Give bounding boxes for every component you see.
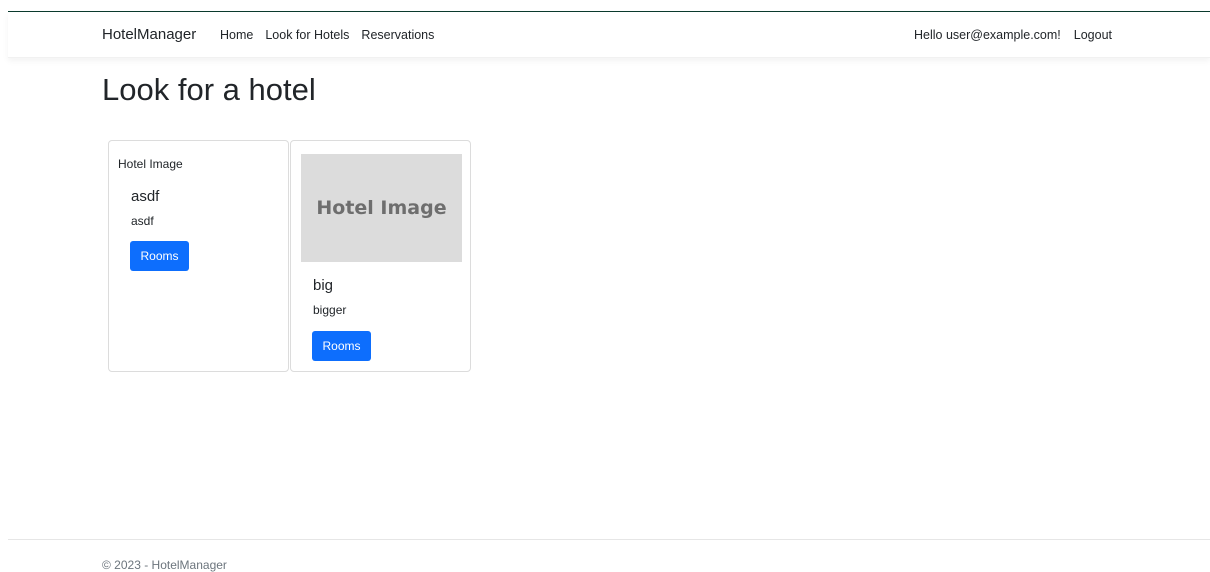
nav-links: Home Look for Hotels Reservations — [220, 28, 434, 42]
rooms-button[interactable]: Rooms — [312, 331, 371, 361]
footer-copyright: © 2023 - HotelManager — [102, 558, 227, 572]
hotel-image-broken: Hotel Image — [118, 157, 183, 171]
page-title: Look for a hotel — [102, 72, 316, 107]
nav-reservations-link[interactable]: Reservations — [361, 28, 434, 42]
footer-divider — [8, 539, 1210, 540]
brand-link[interactable]: HotelManager — [102, 26, 196, 43]
nav-look-for-hotels-link[interactable]: Look for Hotels — [265, 28, 349, 42]
hotel-name: asdf — [131, 188, 160, 205]
nav-right: Hello user@example.com! Logout — [914, 28, 1112, 42]
logout-link[interactable]: Logout — [1074, 28, 1112, 42]
hotel-description: asdf — [131, 214, 154, 228]
hotel-name: big — [313, 277, 334, 294]
hotel-card: Hotel Image big bigger Rooms — [290, 140, 471, 372]
hotel-image: Hotel Image — [301, 154, 462, 262]
hotel-description: bigger — [313, 303, 347, 317]
navbar: HotelManager Home Look for Hotels Reserv… — [8, 12, 1210, 58]
hotel-image-placeholder-text: Hotel Image — [316, 197, 447, 219]
hotel-card: Hotel Image asdf asdf Rooms — [108, 140, 289, 372]
rooms-button[interactable]: Rooms — [130, 241, 189, 271]
user-greeting-link[interactable]: Hello user@example.com! — [914, 28, 1061, 42]
nav-home-link[interactable]: Home — [220, 28, 253, 42]
